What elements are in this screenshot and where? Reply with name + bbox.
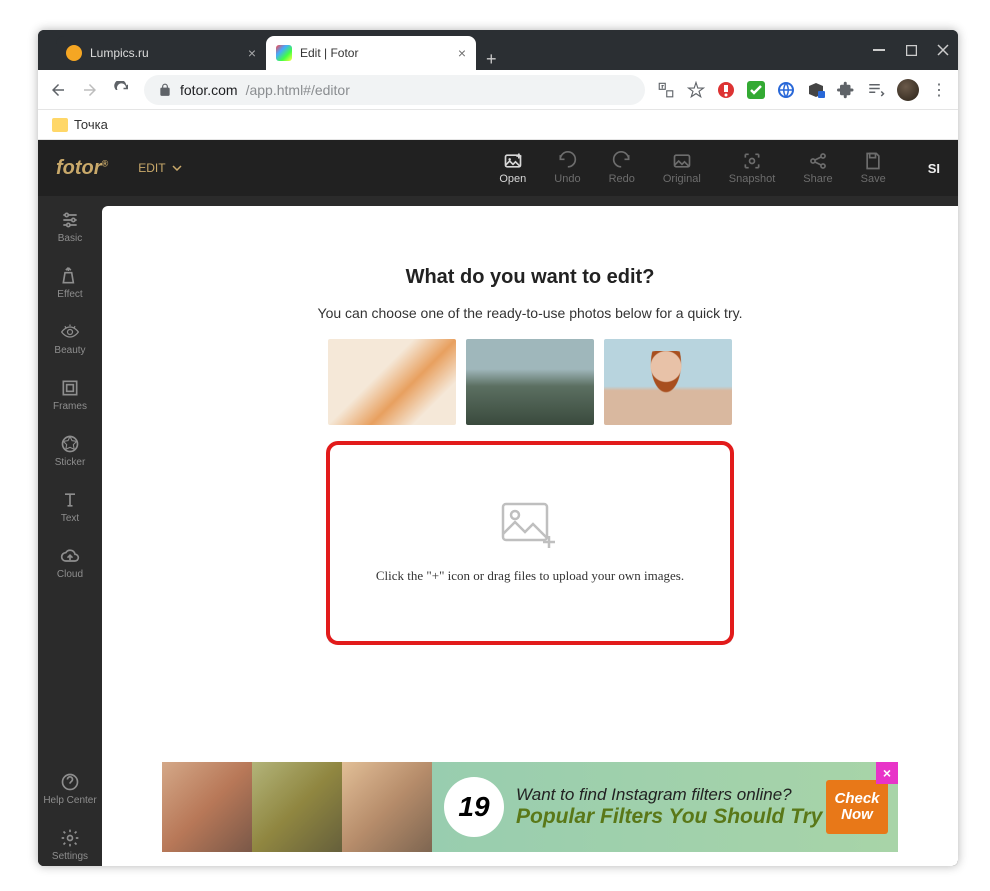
sidebar-item-sticker[interactable]: Sticker <box>38 430 102 472</box>
titlebar: Lumpics.ru × Edit | Fotor × + <box>38 30 958 70</box>
undo-button[interactable]: Undo <box>554 151 580 185</box>
forward-button[interactable] <box>80 81 100 99</box>
chevron-down-icon <box>172 165 182 171</box>
close-window-button[interactable] <box>936 43 950 57</box>
original-button[interactable]: Original <box>663 151 701 185</box>
sample-photo-portrait[interactable] <box>604 339 732 425</box>
sample-photo-donuts[interactable] <box>328 339 456 425</box>
sidebar: Basic Effect Beauty Frames Sticker Text … <box>38 196 102 866</box>
extensions-row: ⋮ <box>657 79 948 101</box>
dropzone-text: Click the "+" icon or drag files to uplo… <box>376 568 684 584</box>
lock-icon <box>158 83 172 97</box>
sample-photo-landscape[interactable] <box>466 339 594 425</box>
reload-button[interactable] <box>112 81 132 99</box>
menu-button[interactable]: ⋮ <box>931 80 948 100</box>
sign-in-link[interactable]: SI <box>928 161 940 176</box>
ad-close-button[interactable]: × <box>876 762 898 784</box>
ad-container: 19 Want to find Instagram filters online… <box>102 762 958 856</box>
tab-lumpics[interactable]: Lumpics.ru × <box>56 36 266 70</box>
ext-cube-icon[interactable] <box>807 81 825 99</box>
app-body: Basic Effect Beauty Frames Sticker Text … <box>38 196 958 866</box>
ad-number: 19 <box>444 777 504 837</box>
snapshot-button[interactable]: Snapshot <box>729 151 775 185</box>
sidebar-item-help[interactable]: Help Center <box>38 768 102 810</box>
mode-label: EDIT <box>138 161 165 175</box>
reading-list-icon[interactable] <box>867 81 885 99</box>
share-button[interactable]: Share <box>803 151 832 185</box>
sidebar-item-cloud[interactable]: Cloud <box>38 542 102 584</box>
close-icon[interactable]: × <box>458 45 466 61</box>
sidebar-item-text[interactable]: Text <box>38 486 102 528</box>
sidebar-item-basic[interactable]: Basic <box>38 206 102 248</box>
url-path: /app.html#/editor <box>246 82 350 98</box>
upload-image-icon <box>501 502 559 550</box>
profile-avatar[interactable] <box>897 79 919 101</box>
ad-cta-button[interactable]: Check Now <box>826 780 888 834</box>
mode-selector[interactable]: EDIT <box>138 161 181 175</box>
close-icon[interactable]: × <box>248 45 256 61</box>
tab-title: Lumpics.ru <box>90 46 149 60</box>
ad-face-3 <box>342 762 432 852</box>
tab-strip: Lumpics.ru × Edit | Fotor × + <box>46 30 854 70</box>
fotor-logo[interactable]: fotor® <box>56 157 108 180</box>
tab-fotor[interactable]: Edit | Fotor × <box>266 36 476 70</box>
browser-window: Lumpics.ru × Edit | Fotor × + fotor.com/… <box>38 30 958 866</box>
tool-row: Open Undo Redo Original Snapshot Share S… <box>499 151 940 185</box>
bookmarks-bar: Точка <box>38 110 958 140</box>
tab-title: Edit | Fotor <box>300 46 358 60</box>
sidebar-item-effect[interactable]: Effect <box>38 262 102 304</box>
ad-face-1 <box>162 762 252 852</box>
redo-button[interactable]: Redo <box>609 151 635 185</box>
app-toolbar: fotor® EDIT Open Undo Redo Original Snap… <box>38 140 958 196</box>
translate-icon[interactable] <box>657 81 675 99</box>
welcome-heading: What do you want to edit? <box>142 266 918 289</box>
url-field[interactable]: fotor.com/app.html#/editor <box>144 75 645 105</box>
favicon-lumpics <box>66 45 82 61</box>
minimize-button[interactable] <box>872 43 886 57</box>
save-button[interactable]: Save <box>861 151 886 185</box>
ad-line-1: Want to find Instagram filters online? <box>516 785 826 805</box>
ad-line-2: Popular Filters You Should Try <box>516 805 826 829</box>
maximize-button[interactable] <box>904 43 918 57</box>
open-button[interactable]: Open <box>499 151 526 185</box>
star-icon[interactable] <box>687 81 705 99</box>
ext-globe-icon[interactable] <box>777 81 795 99</box>
sidebar-item-frames[interactable]: Frames <box>38 374 102 416</box>
bookmark-tochka[interactable]: Точка <box>74 117 108 132</box>
welcome-subtext: You can choose one of the ready-to-use p… <box>142 305 918 321</box>
address-bar: fotor.com/app.html#/editor ⋮ <box>38 70 958 110</box>
upload-dropzone[interactable]: Click the "+" icon or drag files to uplo… <box>328 443 732 643</box>
ad-text: Want to find Instagram filters online? P… <box>516 785 826 829</box>
ext-check-icon[interactable] <box>747 81 765 99</box>
new-tab-button[interactable]: + <box>476 49 507 70</box>
ad-banner[interactable]: 19 Want to find Instagram filters online… <box>162 762 898 852</box>
sample-row <box>142 339 918 425</box>
extensions-button[interactable] <box>837 81 855 99</box>
favicon-fotor <box>276 45 292 61</box>
back-button[interactable] <box>48 81 68 99</box>
url-host: fotor.com <box>180 82 238 98</box>
ad-face-2 <box>252 762 342 852</box>
sidebar-item-settings[interactable]: Settings <box>38 824 102 866</box>
ext-shield-icon[interactable] <box>717 81 735 99</box>
sidebar-item-beauty[interactable]: Beauty <box>38 318 102 360</box>
folder-icon <box>52 118 68 132</box>
